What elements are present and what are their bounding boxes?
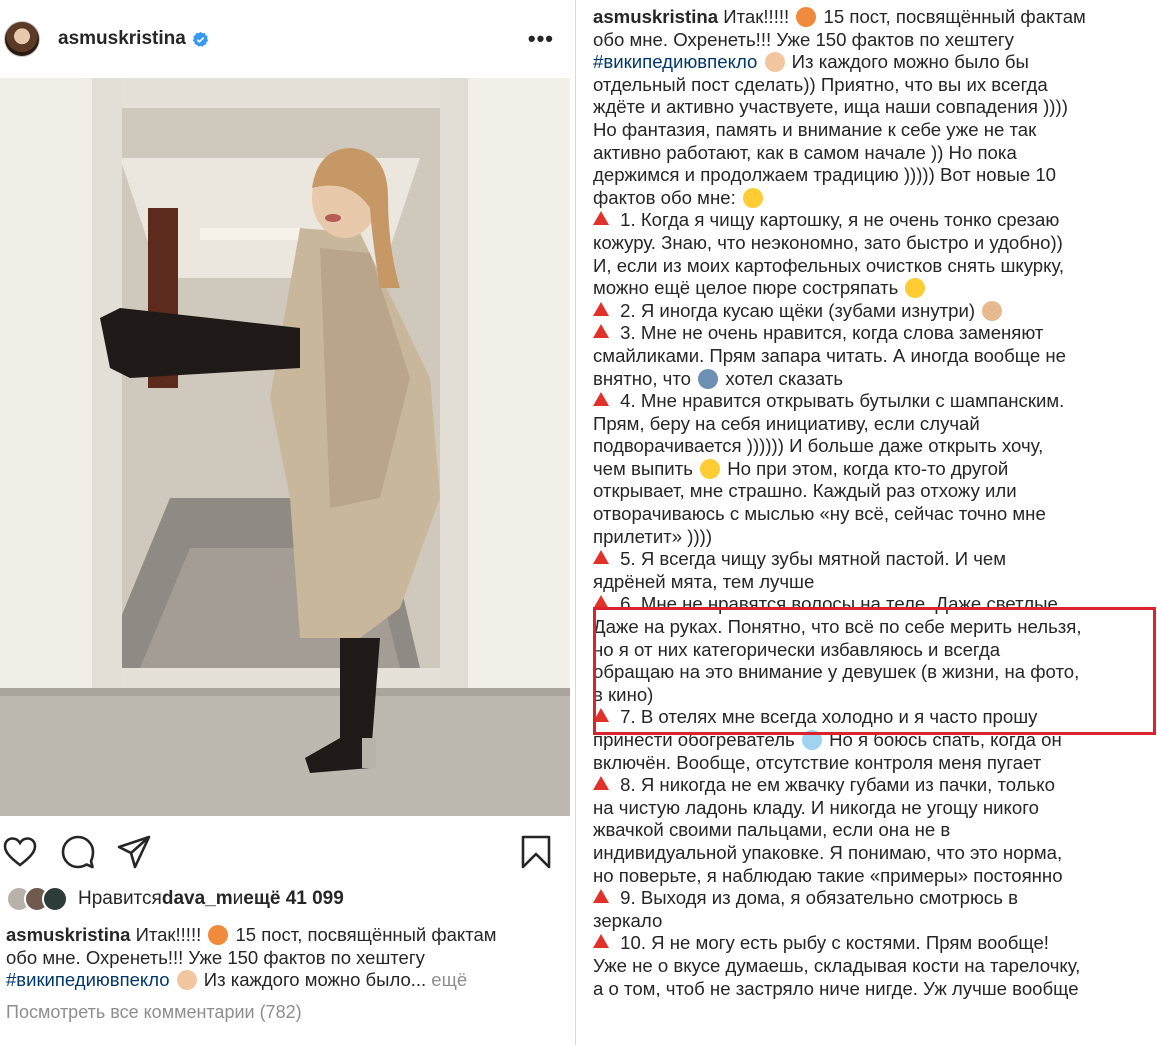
caption-line: 4. Мне нравится открывать бутылки с шамп… bbox=[593, 390, 1151, 413]
red-triangle-icon bbox=[593, 934, 609, 949]
rock-hand-emoji-icon bbox=[176, 970, 197, 990]
caption-text: обо мне. Охренеть!!! Уже 150 фактов по х… bbox=[6, 946, 425, 968]
hashtag-link[interactable]: #википедиювпекло bbox=[593, 51, 757, 72]
caption-line: активно работают, как в самом начале )) … bbox=[593, 141, 1017, 163]
emoji-icon bbox=[700, 458, 721, 479]
hashtag-link[interactable]: #википедиювпекло bbox=[6, 969, 170, 990]
likes-user-link[interactable]: dava_m bbox=[162, 888, 233, 910]
red-triangle-icon bbox=[593, 889, 609, 904]
caption-line: но поверьте, я наблюдаю такие «примеры» … bbox=[593, 864, 1063, 886]
caption-line: в кино) bbox=[593, 683, 654, 705]
emoji-icon bbox=[764, 52, 785, 73]
caption-line: 10. Я не могу есть рыбу с костями. Прям … bbox=[593, 932, 1151, 955]
post-username[interactable]: asmuskristina bbox=[58, 28, 186, 50]
post-photo-illustration bbox=[0, 78, 570, 816]
likes-middle: и bbox=[232, 888, 244, 909]
liker-avatar bbox=[42, 886, 68, 912]
caption-line: И, если из моих картофельных очистков сн… bbox=[593, 254, 1065, 276]
caption-text: 15 пост, посвящённый фактам bbox=[230, 924, 497, 945]
caption-line: зеркало bbox=[593, 909, 663, 931]
emoji-icon bbox=[796, 7, 817, 27]
post-card: asmuskristina ••• Нравится dava_m и ещё … bbox=[0, 0, 576, 1045]
red-triangle-icon bbox=[593, 776, 609, 791]
caption-line: а о том, чтоб не застряло ниче нигде. Уж… bbox=[593, 977, 1079, 999]
caption-line: открывает, мне страшно. Каждый раз отхож… bbox=[593, 480, 1017, 502]
verified-badge-icon bbox=[192, 31, 208, 47]
red-triangle-icon bbox=[593, 392, 609, 407]
caption-line: жвачкой своими пальцами, если она не в bbox=[593, 819, 951, 841]
red-triangle-icon bbox=[593, 595, 609, 610]
caption-line: включён. Вообще, отсутствие контроля мен… bbox=[593, 751, 1042, 773]
caption-username[interactable]: asmuskristina bbox=[6, 924, 130, 945]
bookmark-icon[interactable] bbox=[518, 834, 554, 870]
red-triangle-icon bbox=[593, 324, 609, 339]
emoji-icon bbox=[905, 278, 926, 299]
likes-row: Нравится dava_m и ещё 41 099 bbox=[6, 884, 344, 914]
caption-line: чем выпить Но при этом, когда кто-то дру… bbox=[593, 457, 1009, 479]
emoji-icon bbox=[982, 300, 1003, 321]
caption-line: ядрёней мята, тем лучше bbox=[593, 570, 815, 592]
heart-icon[interactable] bbox=[2, 834, 38, 870]
more-link[interactable]: ещё bbox=[426, 969, 467, 990]
view-all-comments-link[interactable]: Посмотреть все комментарии (782) bbox=[6, 1002, 302, 1023]
comment-icon[interactable] bbox=[60, 834, 96, 870]
likes-prefix: Нравится bbox=[78, 888, 162, 909]
caption-line: принести обогреватель Но я боюсь спать, … bbox=[593, 729, 1062, 750]
caption-text: Итак!!!!! bbox=[130, 924, 207, 945]
full-caption-panel: asmuskristina Итак!!!!! 15 пост, посвящё… bbox=[578, 0, 1157, 1045]
caption-line: отдельный пост сделать)) Приятно, что вы… bbox=[593, 73, 1048, 95]
caption-text: Из каждого можно было... bbox=[198, 969, 427, 990]
caption-line: Даже на руках. Понятно, что всё по себе … bbox=[593, 616, 1082, 638]
likes-count-link[interactable]: ещё 41 099 bbox=[243, 888, 344, 910]
caption-line: 1. Когда я чищу картошку, я не очень тон… bbox=[593, 209, 1151, 232]
caption-username[interactable]: asmuskristina bbox=[593, 6, 718, 27]
caption-line: 7. В отелях мне всегда холодно и я часто… bbox=[593, 706, 1151, 729]
caption-line: ждёте и активно участвуете, ища наши сов… bbox=[593, 96, 1068, 118]
caption-line: обо мне. Охренеть!!! Уже 150 фактов по х… bbox=[593, 28, 1014, 50]
caption-line: отворачиваюсь с мыслью «ну всё, сейчас т… bbox=[593, 503, 1046, 525]
caption-line: 8. Я никогда не ем жвачку губами из пачк… bbox=[593, 774, 1151, 797]
caption-line: Уже не о вкусе думаешь, складывая кости … bbox=[593, 954, 1081, 976]
avatar[interactable] bbox=[4, 21, 40, 57]
red-triangle-icon bbox=[593, 301, 609, 316]
caption-line: asmuskristina Итак!!!!! 15 пост, посвящё… bbox=[593, 6, 1086, 27]
caption-line: прилетит» )))) bbox=[593, 525, 713, 547]
caption-line: держимся и продолжаем традицию ))))) Вот… bbox=[593, 164, 1057, 186]
caption-line: но я от них категорически избавляюсь и в… bbox=[593, 638, 1001, 660]
emoji-icon bbox=[742, 187, 763, 208]
sparkler-emoji-icon bbox=[208, 925, 229, 945]
caption-line: подворачивается )))))) И больше даже отк… bbox=[593, 435, 1044, 457]
caption-line: индивидуальной упаковке. Я понимаю, что … bbox=[593, 841, 1063, 863]
red-triangle-icon bbox=[593, 708, 609, 723]
post-action-bar bbox=[0, 820, 575, 880]
caption-line: 5. Я всегда чищу зубы мятной пастой. И ч… bbox=[593, 548, 1151, 571]
more-options-icon[interactable]: ••• bbox=[528, 26, 554, 52]
red-triangle-icon bbox=[593, 550, 609, 565]
liker-avatars[interactable] bbox=[6, 886, 68, 912]
caption-line: 9. Выходя из дома, я обязательно смотрюс… bbox=[593, 887, 1151, 910]
caption-line: обращаю на это внимание у девушек (в жиз… bbox=[593, 661, 1080, 683]
caption-line: можно ещё целое пюре состряпать bbox=[593, 277, 1151, 300]
caption-line: кожуру. Знаю, что неэкономно, зато быстр… bbox=[593, 231, 1063, 253]
full-caption: asmuskristina Итак!!!!! 15 пост, посвящё… bbox=[593, 6, 1151, 1000]
caption-line: 2. Я иногда кусаю щёки (зубами изнутри) bbox=[593, 300, 1151, 323]
emoji-icon bbox=[698, 368, 719, 389]
caption-preview: asmuskristina Итак!!!!! 15 пост, посвящё… bbox=[6, 924, 566, 992]
caption-line: внятно, что хотел сказать bbox=[593, 367, 844, 389]
caption-line: Но фантазия, память и внимание к себе уж… bbox=[593, 118, 1037, 140]
caption-line: Прям, беру на себя инициативу, если случ… bbox=[593, 412, 980, 434]
post-header: asmuskristina ••• bbox=[0, 0, 575, 78]
post-photo bbox=[0, 78, 570, 816]
red-triangle-icon bbox=[593, 211, 609, 226]
caption-line: фактов обо мне: bbox=[593, 187, 1151, 210]
caption-line: на чистую ладонь кладу. И никогда не уго… bbox=[593, 796, 1039, 818]
caption-line: 6. Мне не нравятся волосы на теле. Даже … bbox=[593, 593, 1151, 616]
caption-line: 3. Мне не очень нравится, когда слова за… bbox=[593, 322, 1151, 345]
emoji-icon bbox=[801, 730, 822, 750]
caption-line: #википедиювпекло Из каждого можно было б… bbox=[593, 51, 1029, 73]
share-icon[interactable] bbox=[116, 834, 152, 870]
caption-line: смайликами. Прям запара читать. А иногда… bbox=[593, 344, 1066, 366]
